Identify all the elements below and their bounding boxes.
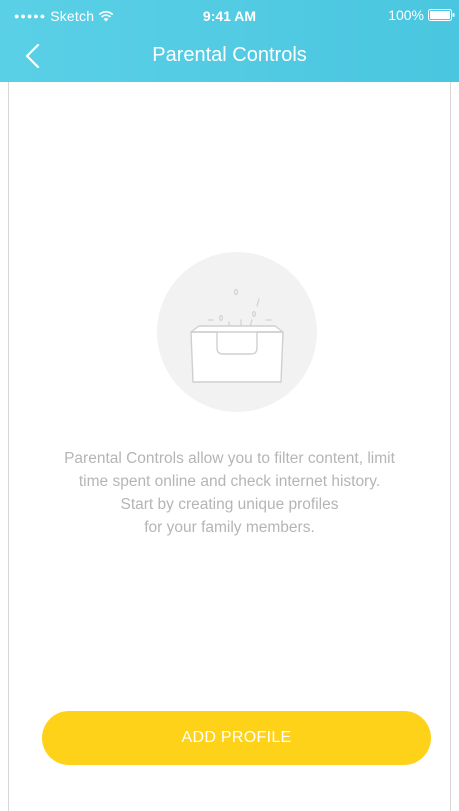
- empty-tray-icon: [157, 252, 317, 412]
- right-edge-line: [450, 82, 451, 811]
- status-right: 100%: [388, 7, 455, 23]
- page-title: Parental Controls: [152, 44, 307, 66]
- status-bar: ●●●●● Sketch 9:41 AM 100%: [0, 0, 459, 30]
- add-profile-button[interactable]: ADD PROFILE: [42, 711, 431, 765]
- parental-controls-screen: ●●●●● Sketch 9:41 AM 100% Parental Contr…: [0, 0, 459, 811]
- header: ●●●●● Sketch 9:41 AM 100% Parental Contr…: [0, 0, 459, 82]
- message-line-1: Parental Controls allow you to filter co…: [64, 450, 395, 467]
- empty-state-message: Parental Controls allow you to filter co…: [20, 447, 439, 539]
- message-line-4: for your family members.: [144, 519, 315, 536]
- message-line-3: Start by creating unique profiles: [120, 496, 339, 513]
- battery-percent: 100%: [388, 7, 424, 23]
- battery-icon: [428, 9, 455, 21]
- message-line-2: time spent online and check internet his…: [78, 473, 381, 490]
- navigation-bar: Parental Controls: [0, 34, 459, 80]
- left-edge-line: [8, 82, 9, 811]
